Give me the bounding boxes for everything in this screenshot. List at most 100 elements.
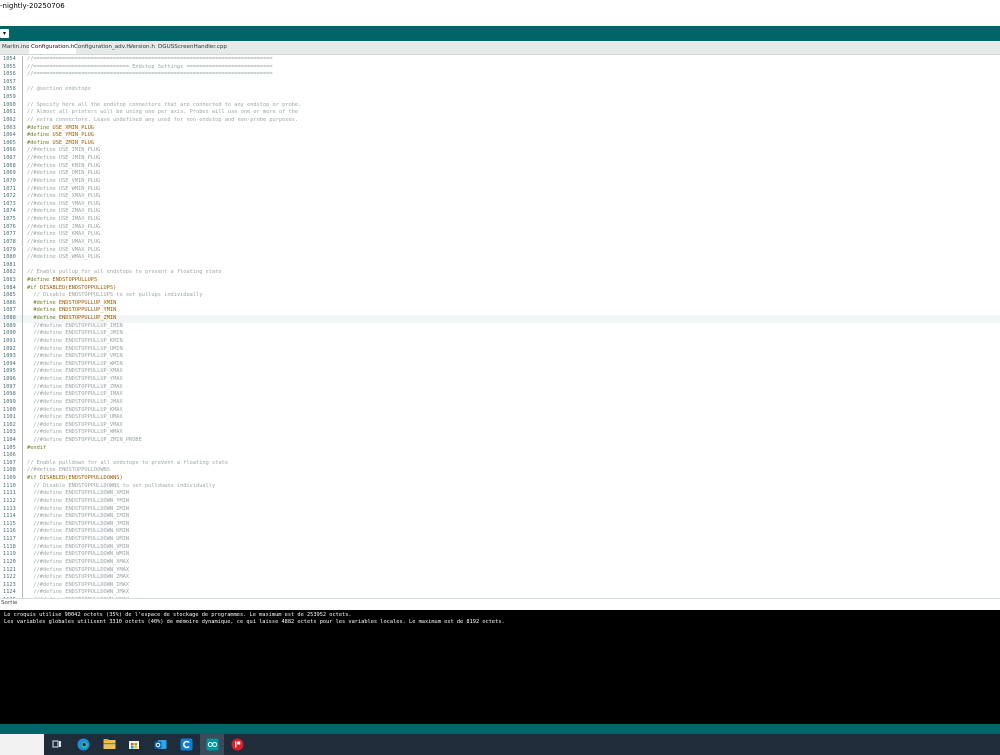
code-line[interactable]: 1056 //==================================… [0, 71, 1000, 79]
line-number: 1112 [3, 497, 16, 504]
code-line[interactable]: 1076 //#define USE_JMAX_PLUG [0, 223, 1000, 232]
line-number: 1062 [3, 116, 16, 123]
code-line[interactable]: 1077 //#define USE_KMAX_PLUG [0, 231, 1000, 239]
code-line[interactable]: 1090 //#define ENDSTOPPULLUP_JMIN [0, 330, 1000, 338]
code-line[interactable]: 1065 #define USE_ZMIN_PLUG [0, 139, 1000, 148]
outlook-icon[interactable] [153, 737, 167, 751]
code-line[interactable]: 1080 //#define USE_WMAX_PLUG [0, 254, 1000, 262]
code-line[interactable]: 1074 //#define USE_ZMAX_PLUG [0, 208, 1000, 216]
code-line[interactable]: 1121 //#define ENDSTOPPULLDOWN_YMAX [0, 566, 1000, 575]
code-line[interactable]: 1061 // Almost all printers will be using… [0, 109, 1000, 117]
code-line[interactable]: 1108 //#define ENDSTOPPULLDOWNS [0, 467, 1000, 476]
code-line[interactable]: 1057 [0, 78, 1000, 87]
code-line[interactable]: 1105 #endif [0, 444, 1000, 453]
dropdown-button[interactable]: ▾ [0, 29, 9, 38]
line-number: 1085 [3, 292, 16, 299]
code-line[interactable]: 1104 //#define ENDSTOPPULLUP_ZMIN_PROBE [0, 437, 1000, 445]
code-line[interactable]: 1086 #define ENDSTOPPULLUP_XMIN [0, 299, 1000, 308]
code-line[interactable]: 1078 //#define USE_UMAX_PLUG [0, 238, 1000, 247]
code-line[interactable]: 1109 #if DISABLED(ENDSTOPPULLDOWNS) [0, 475, 1000, 483]
code-line[interactable]: 1067 //#define USE_JMIN_PLUG [0, 155, 1000, 163]
code-line[interactable]: 1097 //#define ENDSTOPPULLUP_ZMAX [0, 383, 1000, 392]
code-line[interactable]: 1114 //#define ENDSTOPPULLDOWN_IMIN [0, 513, 1000, 521]
code-line[interactable]: 1100 //#define ENDSTOPPULLUP_KMAX [0, 406, 1000, 415]
code-line[interactable]: 1093 //#define ENDSTOPPULLUP_VMIN [0, 353, 1000, 361]
code-line[interactable]: 1063 #define USE_XMIN_PLUG [0, 124, 1000, 133]
output-console[interactable]: Le croquis utilise 90042 octets (35%) de… [0, 610, 1000, 724]
code-line[interactable]: 1075 //#define USE_IMAX_PLUG [0, 216, 1000, 224]
line-number: 1077 [3, 231, 16, 238]
code-line[interactable]: 1102 //#define ENDSTOPPULLUP_VMAX [0, 421, 1000, 430]
code-text: #define ENDSTOPPULLUP_XMIN [27, 300, 116, 308]
code-line[interactable]: 1123 //#define ENDSTOPPULLDOWN_IMAX [0, 581, 1000, 590]
code-line[interactable]: 1082 // Enable pullup for all endstops to… [0, 269, 1000, 277]
code-line[interactable]: 1073 //#define USE_YMAX_PLUG [0, 200, 1000, 209]
line-number: 1059 [3, 94, 16, 101]
tab-version-h[interactable]: Version.h [127, 41, 157, 54]
code-line[interactable]: 1087 #define ENDSTOPPULLUP_YMIN [0, 307, 1000, 316]
tab-configuration-adv-h[interactable]: Configuration_adv.h [72, 41, 132, 54]
code-line[interactable]: 1120 //#define ENDSTOPPULLDOWN_XMAX [0, 558, 1000, 567]
edge-icon[interactable] [76, 737, 90, 751]
tab-configuration-h[interactable]: Configuration.h [29, 41, 77, 54]
tab-marlin-ino[interactable]: Marlin.ino [0, 41, 32, 54]
code-line[interactable]: 1071 //#define USE_WMIN_PLUG [0, 185, 1000, 194]
code-line[interactable]: 1083 #define ENDSTOPPULLUPS [0, 276, 1000, 285]
code-line[interactable]: 1122 //#define ENDSTOPPULLDOWN_ZMAX [0, 574, 1000, 582]
code-line[interactable]: 1103 //#define ENDSTOPPULLUP_WMAX [0, 429, 1000, 437]
task-view-icon[interactable] [50, 737, 64, 751]
code-line[interactable]: 1101 //#define ENDSTOPPULLUP_UMAX [0, 414, 1000, 422]
code-line[interactable]: 1084 #if DISABLED(ENDSTOPPULLUPS) [0, 284, 1000, 293]
arduino-icon[interactable] [205, 737, 219, 751]
file-explorer-icon[interactable] [102, 737, 116, 751]
code-line[interactable]: 1091 //#define ENDSTOPPULLUP_KMIN [0, 337, 1000, 346]
code-line[interactable]: 1059 [0, 94, 1000, 102]
fold-guide [22, 231, 23, 239]
code-line[interactable]: 1095 //#define ENDSTOPPULLUP_XMAX [0, 368, 1000, 377]
code-line[interactable]: 1092 //#define ENDSTOPPULLUP_UMIN [0, 345, 1000, 354]
code-line[interactable]: 1068 //#define USE_KMIN_PLUG [0, 162, 1000, 171]
code-line[interactable]: 1110 // Disable ENDSTOPPULLDOWNS to set … [0, 482, 1000, 491]
tab-dgusscreenhandler-cpp[interactable]: DGUSScreenHandler.cpp [156, 41, 229, 54]
code-line[interactable]: 1079 //#define USE_VMAX_PLUG [0, 246, 1000, 255]
code-line[interactable]: 1066 //#define USE_IMIN_PLUG [0, 147, 1000, 156]
code-line[interactable]: 1055 //============================== End… [0, 63, 1000, 72]
code-line[interactable]: 1111 //#define ENDSTOPPULLDOWN_XMIN [0, 490, 1000, 498]
code-line[interactable]: 1107 // Enable pulldown for all endstops … [0, 459, 1000, 468]
code-editor[interactable]: 1054 //==================================… [0, 55, 1000, 598]
code-text: //#define ENDSTOPPULLDOWN_XMAX [27, 558, 130, 565]
code-line[interactable]: 1089 //#define ENDSTOPPULLUP_IMIN [0, 322, 1000, 331]
code-line[interactable]: 1119 //#define ENDSTOPPULLDOWN_WMIN [0, 551, 1000, 559]
taskbar-search-box[interactable] [0, 734, 44, 755]
code-line[interactable]: 1054 //==================================… [0, 56, 1000, 64]
line-number: 1054 [3, 56, 16, 62]
code-line[interactable]: 1069 //#define USE_UMIN_PLUG [0, 170, 1000, 178]
code-line[interactable]: 1094 //#define ENDSTOPPULLUP_WMIN [0, 360, 1000, 369]
fold-guide [22, 200, 23, 209]
code-line[interactable]: 1115 //#define ENDSTOPPULLDOWN_JMIN [0, 520, 1000, 529]
cortana-icon[interactable] [179, 737, 193, 751]
code-line[interactable]: 1072 //#define USE_XMAX_PLUG [0, 193, 1000, 201]
code-line[interactable]: 1081 [0, 261, 1000, 270]
code-text: //#define ENDSTOPPULLUP_KMIN [27, 337, 123, 344]
code-line[interactable]: 1099 //#define ENDSTOPPULLUP_JMAX [0, 398, 1000, 407]
code-line[interactable]: 1060 // Specify here all the endstop conn… [0, 101, 1000, 110]
store-icon[interactable] [127, 737, 141, 751]
code-line[interactable]: 1112 //#define ENDSTOPPULLDOWN_YMIN [0, 497, 1000, 506]
code-line[interactable]: 1062 // extra connectors. Leave undefined… [0, 116, 1000, 125]
code-line[interactable]: 1064 #define USE_YMIN_PLUG [0, 132, 1000, 140]
code-line[interactable]: 1124 //#define ENDSTOPPULLDOWN_JMAX [0, 589, 1000, 597]
code-line[interactable]: 1070 //#define USE_VMIN_PLUG [0, 177, 1000, 186]
code-line[interactable]: 1085 // Disable ENDSTOPPULLUPS to set pu… [0, 292, 1000, 300]
code-line[interactable]: 1058 // @section endstops [0, 86, 1000, 95]
app-red-icon[interactable] [230, 737, 244, 751]
code-line[interactable]: 1106 [0, 452, 1000, 460]
fold-guide [22, 86, 23, 95]
code-line[interactable]: 1098 //#define ENDSTOPPULLUP_IMAX [0, 391, 1000, 399]
code-line[interactable]: 1116 //#define ENDSTOPPULLDOWN_KMIN [0, 528, 1000, 537]
code-line[interactable]: 1113 //#define ENDSTOPPULLDOWN_ZMIN [0, 505, 1000, 514]
code-line[interactable]: 1117 //#define ENDSTOPPULLDOWN_UMIN [0, 536, 1000, 544]
code-line[interactable]: 1096 //#define ENDSTOPPULLUP_YMAX [0, 376, 1000, 384]
code-line[interactable]: 1088 #define ENDSTOPPULLUP_ZMIN [0, 315, 1000, 323]
code-line[interactable]: 1118 //#define ENDSTOPPULLDOWN_VMIN [0, 543, 1000, 552]
